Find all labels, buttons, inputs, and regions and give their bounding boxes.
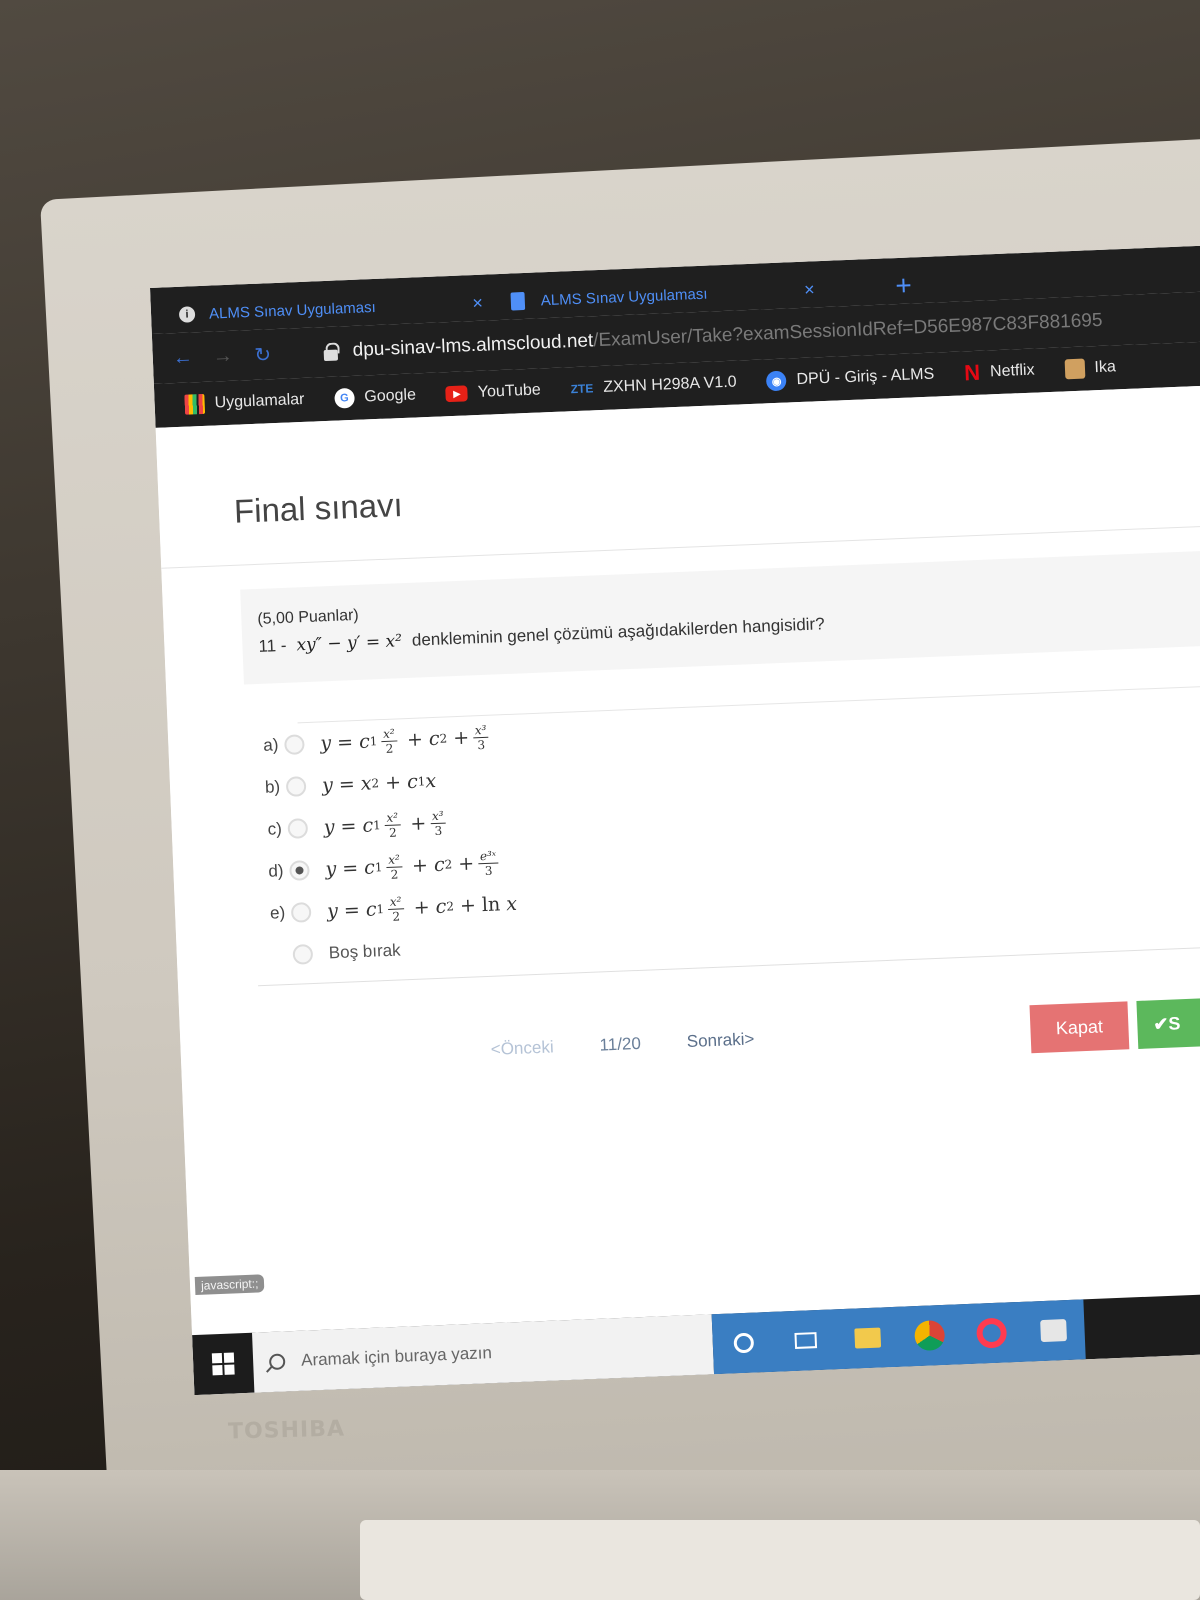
option-letter: b) (264, 777, 281, 797)
option-letter-empty (257, 955, 287, 956)
bookmark-router[interactable]: ZTE ZXHN H298A V1.0 (570, 373, 737, 400)
keyboard-edge (360, 1520, 1200, 1600)
search-icon (268, 1353, 286, 1371)
bookmark-apps[interactable]: Uygulamalar (184, 390, 305, 415)
cortana-icon[interactable] (712, 1312, 776, 1374)
question-text: denkleminin genel çözümü aşağıdakilerden… (411, 614, 825, 650)
app-icon[interactable] (1021, 1299, 1085, 1361)
back-arrow-icon[interactable]: ← (162, 337, 204, 379)
radio-button[interactable] (285, 776, 307, 797)
forward-arrow-icon[interactable]: → (202, 335, 244, 377)
option-formula: y = c1 x² 2 + x³ 3 (323, 808, 450, 841)
document-icon (510, 291, 526, 311)
chrome-icon[interactable] (897, 1304, 961, 1366)
radio-button[interactable] (290, 902, 312, 923)
bookmark-netflix[interactable]: N Netflix (963, 359, 1035, 386)
url-path: /ExamUser/Take?examSessionIdRef=D56E987C… (592, 309, 1103, 352)
status-bar-link: javascript:; (194, 1274, 265, 1295)
youtube-icon: ▶ (445, 385, 469, 403)
new-tab-button[interactable]: + (885, 267, 922, 304)
bookmark-label: Ika (1094, 358, 1117, 377)
bookmark-youtube[interactable]: ▶ YouTube (445, 381, 542, 403)
info-icon: i (178, 306, 196, 323)
opera-icon[interactable] (959, 1302, 1023, 1364)
task-view-icon[interactable] (774, 1309, 838, 1371)
apps-grid-icon (184, 393, 206, 415)
file-explorer-icon[interactable] (836, 1307, 900, 1369)
next-button[interactable]: Sonraki> (686, 1029, 754, 1052)
radio-button[interactable] (292, 944, 314, 965)
lock-icon[interactable] (322, 342, 339, 361)
bookmark-label: Uygulamalar (214, 390, 305, 412)
radio-button-selected[interactable] (289, 860, 310, 881)
bookmark-label: YouTube (477, 381, 542, 401)
previous-button[interactable]: <Önceki (490, 1037, 554, 1060)
question-number: 11 - (258, 635, 287, 656)
option-formula: y = c1 x² 2 + c2 + x³ 3 (320, 722, 493, 757)
close-icon[interactable]: × (472, 292, 483, 313)
bookmark-ika[interactable]: Ika (1064, 357, 1117, 380)
option-letter: e) (269, 903, 286, 923)
bookmark-label: ZXHN H298A V1.0 (602, 373, 737, 396)
bookmark-label: DPÜ - Giriş - ALMS (796, 365, 935, 389)
bookmark-dpu-alms[interactable]: ◉ DPÜ - Giriş - ALMS (766, 365, 935, 392)
bookmark-label: Netflix (989, 361, 1035, 381)
option-formula: y = x2 + c1x (321, 769, 437, 797)
laptop-brand-logo: TOSHIBA (227, 1416, 346, 1445)
bookmark-label: Google (364, 386, 417, 406)
question-box: (5,00 Puanlar) 11 - xy″ − y′ = x² denkle… (240, 544, 1200, 685)
skip-label: Boş bırak (328, 940, 401, 963)
bookmark-google[interactable]: G Google (334, 385, 417, 409)
globe-icon: ◉ (766, 370, 787, 392)
close-icon[interactable]: × (804, 279, 815, 300)
question-equation: xy″ − y′ = x² (296, 631, 403, 656)
option-formula: y = c1 x² 2 + c2 + e³ˣ 3 (325, 848, 503, 883)
netflix-icon: N (963, 359, 981, 386)
pagination: <Önceki 11/20 Sonraki> (490, 1029, 754, 1060)
screen: i ALMS Sınav Uygulaması × ALMS Sınav Uyg… (150, 239, 1200, 1396)
close-exam-button[interactable]: Kapat (1029, 1001, 1130, 1054)
url-host: dpu-sinav-lms.almscloud.net (352, 330, 594, 361)
option-letter: a) (262, 735, 279, 755)
search-placeholder: Aramak için buraya yazın (300, 1343, 493, 1370)
radio-button[interactable] (287, 818, 309, 839)
save-button[interactable]: ✔S (1136, 996, 1200, 1049)
tab-title: ALMS Sınav Uygulaması (540, 285, 708, 309)
reload-icon[interactable]: ↻ (242, 334, 284, 376)
google-icon: G (334, 387, 355, 409)
windows-start-icon[interactable] (192, 1333, 254, 1395)
zte-icon: ZTE (570, 381, 594, 397)
page-title: Final sınavı (233, 486, 404, 530)
avatar-icon (1064, 358, 1085, 380)
option-formula: y = c1 x² 2 + c2 + ln x (326, 892, 518, 924)
radio-button[interactable] (284, 734, 305, 755)
exam-page: Final sınavı (5,00 Puanlar) 11 - xy″ − y… (155, 379, 1200, 1396)
option-letter: c) (267, 819, 283, 839)
option-letter: d) (267, 861, 284, 881)
page-indicator: 11/20 (599, 1033, 642, 1055)
tab-title: ALMS Sınav Uygulaması (208, 298, 377, 323)
answer-options: a) y = c1 x² 2 + c2 + x³ 3 b) y = x2 + c1x… (248, 680, 1200, 987)
question-points: (5,00 Puanlar) (257, 606, 360, 628)
